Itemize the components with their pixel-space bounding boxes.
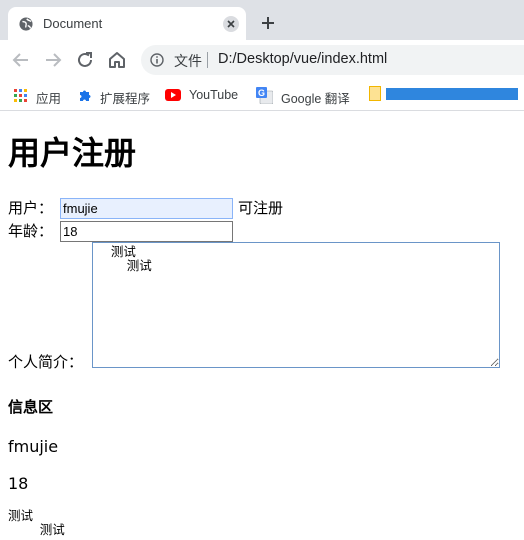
- address-url[interactable]: D:/Desktop/vue/index.html: [218, 51, 387, 67]
- address-bar[interactable]: 文件 D:/Desktop/vue/index.html: [141, 45, 524, 75]
- bookmark-extensions[interactable]: 扩展程序: [76, 84, 156, 106]
- info-intro-value: 测试 测试: [8, 508, 65, 537]
- age-label: 年龄：: [8, 222, 54, 240]
- username-input[interactable]: [60, 198, 233, 219]
- bookmark-youtube[interactable]: YouTube: [165, 84, 245, 106]
- redacted-bookmarks: [386, 88, 518, 100]
- google-translate-icon: G: [256, 87, 273, 104]
- info-user-value: fmujie: [8, 437, 59, 456]
- user-status-text: 可注册: [238, 199, 284, 217]
- bookmark-label: Google 翻译: [281, 92, 350, 106]
- info-age-value: 18: [8, 474, 29, 493]
- reload-icon[interactable]: [73, 48, 97, 72]
- info-section-title: 信息区: [8, 398, 54, 416]
- bookmarks-bar: 应用 扩展程序 YouTube G Google 翻译: [0, 80, 524, 111]
- user-label: 用户：: [8, 199, 54, 217]
- forward-arrow-icon[interactable]: [41, 48, 65, 72]
- new-tab-plus-icon[interactable]: [258, 13, 278, 33]
- back-arrow-icon[interactable]: [9, 48, 33, 72]
- page-content: 用户注册 用户： 可注册 年龄： 个人简介： 测试 测试 信息区 fmujie …: [0, 111, 524, 540]
- bookmark-apps[interactable]: 应用: [12, 84, 64, 106]
- folder-icon[interactable]: [369, 86, 381, 101]
- bookmark-google-translate[interactable]: G Google 翻译: [256, 84, 356, 106]
- bookmark-label: 应用: [36, 92, 62, 106]
- bookmark-label: 扩展程序: [100, 92, 151, 106]
- browser-tab-strip: Document: [0, 0, 524, 40]
- tab-close-icon[interactable]: [223, 16, 239, 32]
- browser-tab[interactable]: Document: [8, 7, 246, 40]
- page-title: 用户注册: [8, 134, 137, 172]
- tab-title: Document: [43, 16, 103, 31]
- home-icon[interactable]: [105, 48, 129, 72]
- info-icon[interactable]: [150, 53, 164, 67]
- address-file-label: 文件: [174, 53, 202, 69]
- youtube-icon: [165, 89, 181, 101]
- age-input[interactable]: [60, 221, 233, 242]
- intro-textarea[interactable]: 测试 测试: [92, 242, 500, 368]
- puzzle-extension-icon: [80, 90, 91, 101]
- address-separator: [207, 52, 208, 68]
- browser-toolbar: 文件 D:/Desktop/vue/index.html: [0, 40, 524, 80]
- svg-text:G: G: [258, 88, 265, 98]
- apps-grid-icon: [14, 89, 27, 102]
- globe-icon: [19, 17, 33, 31]
- bookmark-label: YouTube: [189, 88, 239, 102]
- intro-label: 个人简介：: [8, 353, 84, 371]
